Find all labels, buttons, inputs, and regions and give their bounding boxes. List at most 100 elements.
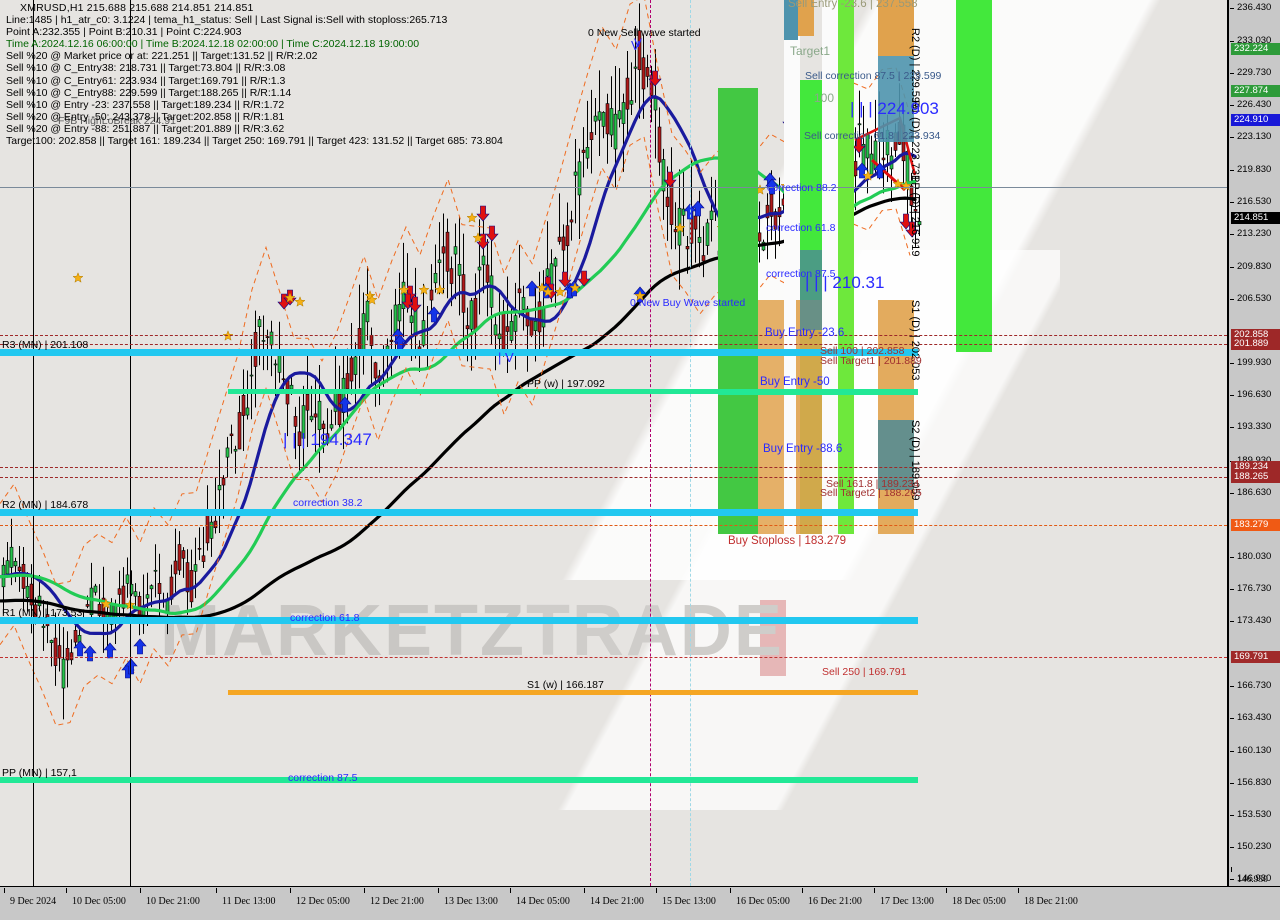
correction-label-38: correction 38.2 — [293, 496, 363, 509]
price-tick: 173.430 — [1229, 615, 1280, 626]
pivot-label-r3-mn: R3 (MN) | 201.108 — [2, 338, 89, 351]
info-line-10: Target100: 202.858 || Target 161: 189.23… — [6, 135, 503, 148]
correction-label-875: correction 87.5 — [288, 772, 358, 785]
time-tick: 11 Dec 13:00 — [216, 888, 276, 907]
target-100-label: 100 — [814, 91, 835, 105]
time-axis[interactable]: 9 Dec 2024 10 Dec 05:00 10 Dec 21:00 11 Dec… — [0, 867, 1280, 920]
price-marker-label: 169.791 — [1231, 650, 1280, 663]
info-line-9: Sell %20 @ Entry -88: 251.887 || Target:… — [6, 122, 285, 135]
price-tick: 186.630 — [1229, 487, 1280, 498]
price-tick: 180.030 — [1229, 551, 1280, 562]
target-line-202 — [0, 334, 1227, 336]
symbol-ohlc-line: XMRUSD,H1 215.688 215.688 214.851 214.85… — [20, 2, 254, 14]
time-marker-magenta — [650, 0, 651, 886]
chart-info-panel: XMRUSD,H1 215.688 215.688 214.851 214.85… — [6, 2, 503, 147]
price-tick: 153.530 — [1229, 809, 1280, 820]
price-tick: 176.730 — [1229, 583, 1280, 594]
time-tick: 16 Dec 05:00 — [730, 888, 790, 907]
time-tick: 10 Dec 05:00 — [66, 888, 126, 907]
price-axis[interactable]: 236.430 233.030 229.730 226.430 223.130 219.8… — [1228, 0, 1280, 886]
wave-label-buy: 0 New Buy Wave started — [630, 297, 746, 309]
price-marker-label: 214.851 — [1231, 212, 1280, 224]
correction-label-618: correction 61.8 — [290, 611, 360, 624]
time-tick: 12 Dec 05:00 — [290, 888, 350, 907]
price-tick: 150.230 — [1229, 841, 1280, 852]
pivot-label-daily-rot: S1 (D) | 202.053 — [909, 300, 921, 381]
price-tick: 226.430 — [1229, 99, 1280, 110]
r1-mn-band — [0, 617, 918, 625]
wave-label-sell: 0 New Sell wave started — [588, 27, 701, 39]
info-line-6: Sell %10 @ C_Entry88: 229.599 || Target:… — [6, 86, 292, 99]
info-line-7: Sell %10 @ Entry -23: 237.558 || Target:… — [6, 98, 285, 111]
price-marker-label: 227.874 — [1231, 85, 1280, 98]
price-tag-194: | | | 194.347 — [283, 430, 372, 449]
info-line-8: Sell %20 @ Entry -50: 243.378 || Target:… — [6, 110, 285, 123]
price-tick: 156.830 — [1229, 777, 1280, 788]
time-tick: 17 Dec 13:00 — [874, 888, 934, 907]
time-tick: 13 Dec 13:00 — [438, 888, 498, 907]
last-price-line — [0, 187, 1227, 189]
r2-mn-band — [0, 508, 918, 516]
pivot-label-r1-mn: R1 (MN) | 173.53 — [2, 607, 83, 620]
pivot-label-r2-mn: R2 (MN) | 184.678 — [2, 498, 89, 511]
info-line-4: Sell %10 @ C_Entry38: 218.731 || Target:… — [6, 62, 286, 75]
pivot-label-pp-mn: PP (MN) | 157,1 — [2, 767, 77, 780]
price-marker-label: 201.889 — [1231, 338, 1280, 351]
price-marker-label: 224.910 — [1231, 114, 1280, 127]
zone-green-right — [956, 0, 992, 352]
target-line-169 — [0, 656, 1227, 658]
buy-entry-50-line — [718, 390, 918, 395]
price-marker-label: 232.224 — [1231, 42, 1280, 55]
sell-entry-236-label: Sell Entry -23.6 | 237.558 — [788, 0, 918, 10]
pivot-label-daily-rot: PP (D) | 216.919 — [909, 175, 921, 257]
price-tick: 216.530 — [1229, 196, 1280, 207]
price-marker-v1: | V — [498, 350, 514, 365]
price-tick: 160.130 — [1229, 745, 1280, 756]
time-tick: 14 Dec 05:00 — [510, 888, 570, 907]
time-tick: 9 Dec 2024 — [3, 888, 57, 907]
time-tick: 18 Dec 05:00 — [946, 888, 1006, 907]
sell-target2-label: Sell Target2 | 188.265 — [820, 487, 922, 499]
stoploss-line-183 — [0, 525, 1227, 527]
time-tick: 15 Dec 13:00 — [656, 888, 716, 907]
pp-mn-band — [0, 777, 918, 784]
info-line-2: Time A:2024.12.16 06:00:00 | Time B:2024… — [6, 38, 420, 51]
price-tick: 213.230 — [1229, 228, 1280, 239]
time-tick: 14 Dec 21:00 — [584, 888, 644, 907]
sell-corr-618-label: Sell correction 61.8 | 223.934 — [804, 130, 941, 142]
buy-entry-886-label: Buy Entry -88.6 — [763, 443, 843, 455]
price-tick: 209.830 — [1229, 261, 1280, 272]
price-tick: 196.630 — [1229, 389, 1280, 400]
info-line-1: Point A:232.355 | Point B:210.31 | Point… — [6, 26, 242, 39]
target-line-188 — [0, 476, 1227, 478]
price-tick: 166.730 — [1229, 680, 1280, 691]
info-line-5: Sell %10 @ C_Entry61: 223.934 || Target:… — [6, 74, 286, 87]
price-tick: 199.930 — [1229, 357, 1280, 368]
price-tick-edge: 146.930 — [1231, 867, 1268, 885]
sell-target1-label: Sell Target1 | 201.889 — [820, 355, 922, 367]
price-tick: 229.730 — [1229, 67, 1280, 78]
price-tick: 163.430 — [1229, 712, 1280, 723]
time-tick: 12 Dec 21:00 — [364, 888, 424, 907]
target1-label: Target1 — [790, 44, 831, 58]
price-tick: 236.430 — [1229, 2, 1280, 13]
target-line-201 — [0, 344, 1227, 346]
info-line-0: Line:1485 | h1_atr_c0: 3.1224 | tema_h1_… — [6, 14, 448, 27]
price-tick: 219.830 — [1229, 164, 1280, 175]
price-marker-label: 183.279 — [1231, 519, 1280, 532]
price-tag-224: | | | 224.903 — [850, 99, 939, 118]
info-line-3: Sell %20 @ Market price or at: 221.251 |… — [6, 50, 318, 63]
buy-stoploss-label: Buy Stoploss | 183.279 — [728, 535, 847, 547]
price-tick: 206.530 — [1229, 293, 1280, 304]
pivot-label-daily-rot: R2 (D) | 229.599 — [909, 28, 921, 110]
time-tick: 10 Dec 21:00 — [140, 888, 200, 907]
time-tick: 16 Dec 21:00 — [802, 888, 862, 907]
pivot-label-pp-w: PP (w) | 197.092 — [527, 377, 605, 390]
sell-corr-875-label: Sell correction 87.5 | 229.599 — [805, 70, 942, 82]
time-tick: 18 Dec 21:00 — [1018, 888, 1078, 907]
buy-entry-236-label: Buy Entry -23.6 — [765, 327, 845, 339]
price-marker-label: 188.265 — [1231, 470, 1280, 483]
sell-250-label: Sell 250 | 169.791 — [822, 666, 907, 678]
price-tick: 223.130 — [1229, 131, 1280, 142]
top-v-marker: V — [634, 36, 643, 50]
